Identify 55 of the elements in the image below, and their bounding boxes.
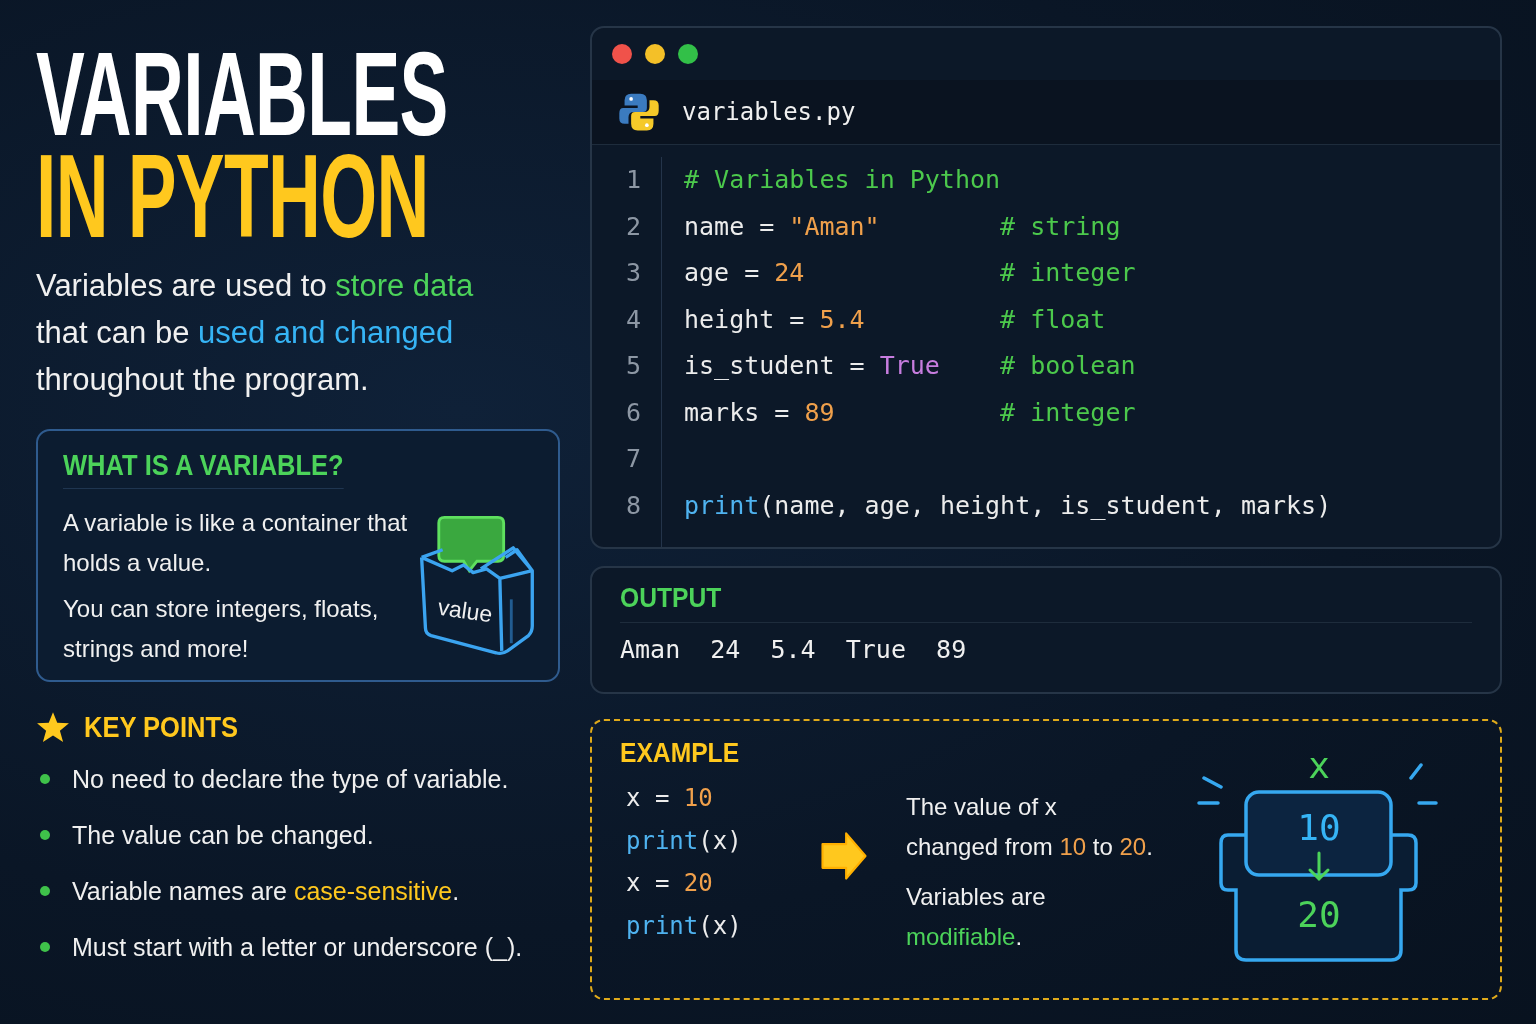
code-comment: # boolean — [1000, 350, 1136, 382]
key-point: No need to declare the type of variable. — [72, 764, 509, 795]
line-number: 7 — [624, 443, 641, 475]
card-heading: WHAT IS A VARIABLE? — [63, 449, 344, 489]
new-value: 20 — [1297, 894, 1341, 935]
window-control-icon — [612, 44, 632, 64]
code-text: x = 10 — [625, 783, 714, 814]
code-text: name = "Aman" — [684, 210, 881, 243]
card-paragraph: You can store integers, floats, strings and more! — [63, 594, 380, 664]
line-number: 5 — [624, 350, 641, 382]
section-heading: OUTPUT — [620, 582, 722, 614]
old-value: 10 — [1297, 807, 1341, 848]
explanation-text: Variables are modifiable. — [906, 882, 1047, 952]
title-line: IN PYTHON — [36, 146, 429, 246]
section-heading: EXAMPLE — [620, 737, 740, 769]
code-comment: # integer — [1000, 396, 1136, 429]
window-control-icon — [645, 44, 665, 64]
key-point: Variable names are case-sensitive. — [72, 876, 460, 907]
code-text: print(name, age, height, is_student, marks) — [684, 489, 1332, 522]
line-number: 1 — [624, 164, 641, 196]
code-comment: # string — [1000, 210, 1121, 243]
line-number: 4 — [624, 303, 641, 336]
code-text: age = 24 — [684, 257, 806, 289]
output-text: Aman 24 5.4 True 89 — [620, 622, 1472, 664]
section-heading: KEY POINTS — [84, 710, 239, 744]
variable-name: x — [1308, 745, 1330, 786]
bullet-icon — [40, 774, 50, 784]
window-control-icon — [678, 44, 698, 64]
line-number: 6 — [624, 396, 641, 429]
box-label: value — [436, 593, 494, 628]
code-text: marks = 89 — [684, 396, 836, 429]
bullet-icon — [40, 886, 50, 896]
line-number: 8 — [624, 489, 641, 522]
code-text: x = 20 — [625, 868, 714, 899]
line-number: 3 — [624, 257, 641, 289]
intro-paragraph: Variables are used to store data that can be used and changed throughout the program. — [36, 267, 475, 399]
code-comment: # integer — [1000, 257, 1136, 289]
bullet-icon — [40, 830, 50, 840]
explanation-text: The value of x changed from 10 to 20. — [906, 792, 1154, 862]
key-point: Must start with a letter or underscore (_). — [72, 932, 523, 963]
file-name[interactable]: variables.py — [682, 98, 856, 126]
star-icon — [36, 710, 70, 744]
line-number: 2 — [624, 210, 641, 243]
title-line: VARIABLES — [36, 44, 448, 144]
code-text: height = 5.4 — [684, 303, 866, 336]
code-text: is_student = True — [684, 350, 941, 382]
code-text: print(x) — [625, 910, 743, 942]
code-text: # Variables in Python — [684, 164, 1001, 196]
card-paragraph: A variable is like a container that holds a value. — [63, 508, 408, 578]
code-comment: # float — [1000, 303, 1106, 336]
python-logo-icon — [618, 91, 660, 133]
code-text: print(x) — [625, 825, 743, 857]
down-arrow-icon — [1308, 851, 1330, 882]
bullet-icon — [40, 942, 50, 952]
key-point: The value can be changed. — [72, 820, 374, 851]
